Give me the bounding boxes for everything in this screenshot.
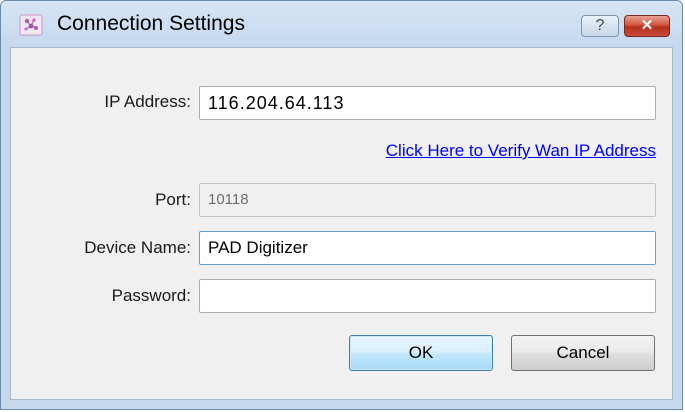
device-name-input[interactable]: PAD Digitizer [199, 231, 656, 265]
ok-button[interactable]: OK [349, 335, 493, 371]
port-input[interactable]: 10118 [199, 183, 656, 217]
dialog-body: IP Address: 116.204.64.113 Click Here to… [10, 47, 673, 400]
password-label: Password: [111, 286, 191, 305]
title-bar[interactable]: Connection Settings ? ✕ [1, 1, 682, 47]
help-button[interactable]: ? [581, 15, 619, 37]
password-input[interactable] [199, 279, 656, 313]
ip-address-input[interactable]: 116.204.64.113 [199, 86, 656, 120]
ip-address-label: IP Address: [104, 92, 191, 111]
close-button[interactable]: ✕ [624, 15, 670, 37]
app-icon [19, 14, 43, 36]
port-label: Port: [155, 190, 191, 209]
window-title: Connection Settings [57, 12, 245, 35]
verify-wan-ip-link[interactable]: Click Here to Verify Wan IP Address [316, 141, 656, 161]
connection-settings-dialog: Connection Settings ? ✕ IP Address: 116.… [0, 0, 683, 410]
cancel-button[interactable]: Cancel [511, 335, 655, 371]
device-name-label: Device Name: [84, 238, 191, 257]
